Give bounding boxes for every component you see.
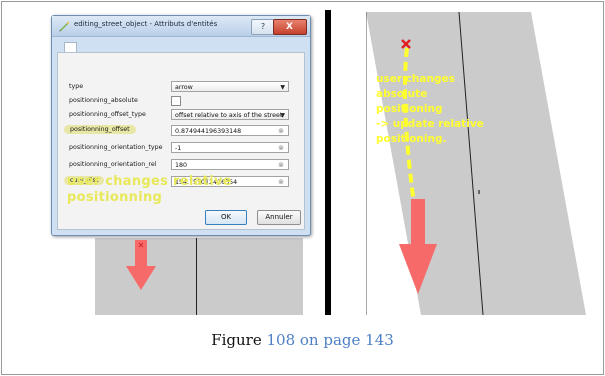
type-value: arrow [175,84,193,91]
field-label-highlighted: positionning_offset [64,125,136,134]
dialog-titlebar[interactable]: editing_street_object - Attributs d'enti… [52,16,310,37]
annotation-line: positionning [67,190,163,205]
caption-prefix: Figure [211,331,267,349]
field-label: type [69,83,84,90]
cancel-button[interactable]: Annuler [257,210,301,225]
annotation-line: positioning. [376,133,447,145]
red-arrow-icon [126,240,156,290]
left-map-view [52,238,320,315]
field-label: positionning_orientation_type [69,144,163,151]
close-icon: X [286,22,293,32]
absolute-positioning-annotation: user changes absolute positioning -> upd… [376,72,484,147]
clear-icon[interactable]: ⊗ [278,143,284,154]
orientation-rel-input[interactable]: 180 ⊗ [171,159,289,170]
field-row-type: type arrow ▼ [58,80,304,95]
help-button[interactable]: ? [251,19,275,35]
qgis-edit-icon [59,21,70,32]
chevron-down-icon: ▼ [280,84,285,91]
positionning-offset-input[interactable]: 0.874944196393148 ⊗ [171,125,289,136]
position-change-overlay [399,39,437,294]
field-row-positionning-absolute: positionning_absolute [58,94,304,109]
offset-type-value: offset relative to axis of the street [175,112,283,119]
orientation-type-value: -1 [175,145,182,152]
offset-type-select[interactable]: offset relative to axis of the street ▼ [171,109,289,120]
attributes-dialog: editing_street_object - Attributs d'enti… [51,15,311,236]
orientation-rel-value: 180 [175,162,188,169]
field-label: positionning_offset_type [69,111,146,118]
annotation-line: user changes relative [67,174,232,189]
annotation-line: user changes [376,73,455,85]
field-label: positionning_absolute [69,97,138,104]
field-row-offset-type: positionning_offset_type offset relative… [58,108,304,123]
field-row-offset: positionning_offset 0.874944196393148 ⊗ [58,124,304,139]
field-row-orientation-type: positionning_orientation_type -1 ⊗ [58,141,304,156]
annotation-line: absolute [376,88,428,100]
type-select[interactable]: arrow ▼ [171,81,289,92]
page-reference-link[interactable]: 108 on page 143 [267,331,394,349]
field-row-orientation-rel: positionning_orientation_rel 180 ⊗ [58,158,304,173]
clear-icon[interactable]: ⊗ [278,160,284,171]
orientation-type-input[interactable]: -1 ⊗ [171,142,289,153]
offset-value: 0.874944196393148 [175,128,242,135]
figure-caption: Figure 108 on page 143 [0,331,605,349]
annotation-line: positioning [376,103,443,115]
dialog-title: editing_street_object - Attributs d'enti… [74,20,218,28]
panel-divider [325,10,331,315]
street-axis-line [196,238,197,315]
close-button[interactable]: X [273,19,307,35]
field-label: positionning_orientation_rel [69,161,157,168]
ok-button[interactable]: OK [205,210,247,225]
positionning-absolute-checkbox[interactable] [171,96,181,106]
annotation-line: -> update relative [376,118,484,130]
clear-icon[interactable]: ⊗ [278,126,284,137]
chevron-down-icon: ▼ [280,112,285,119]
relative-positioning-annotation: user changes relative positionning [67,174,232,206]
clear-icon[interactable]: ⊗ [278,177,284,188]
